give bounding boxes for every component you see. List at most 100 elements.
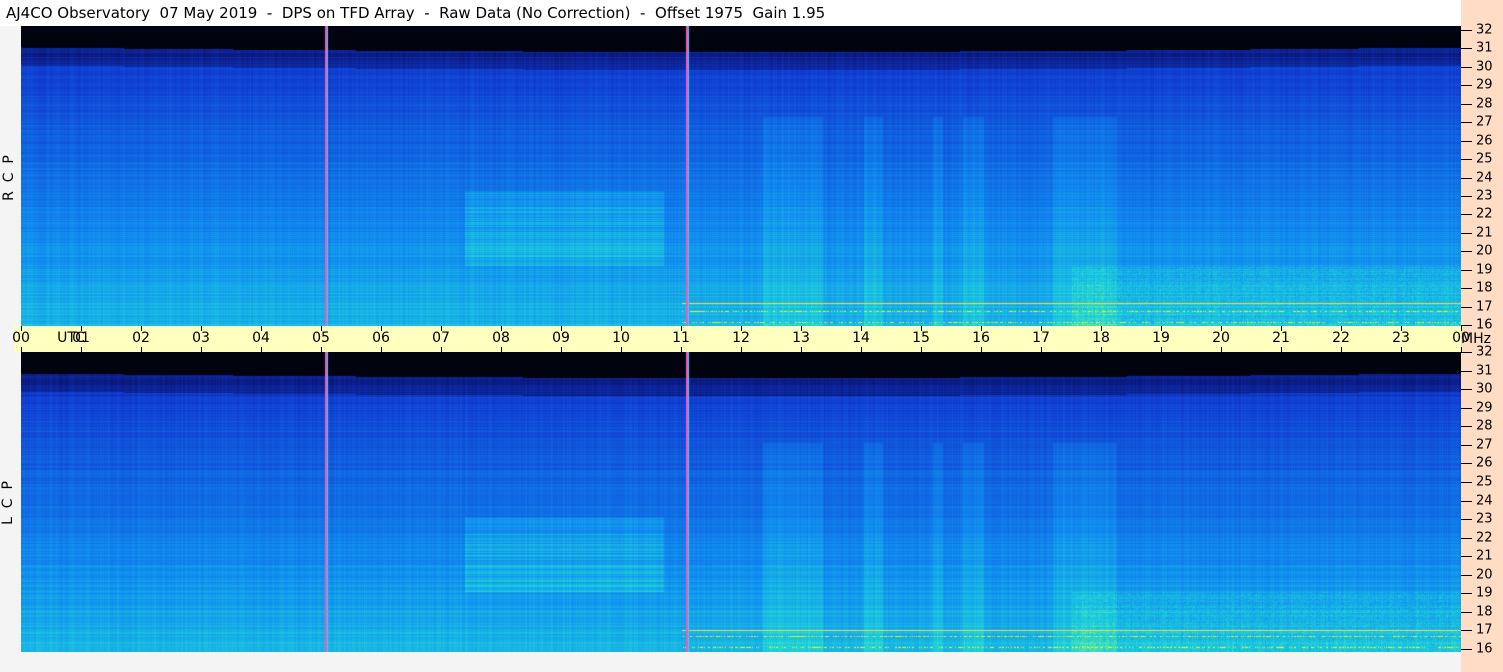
- x-tick: [621, 347, 622, 352]
- x-tick: [921, 347, 922, 352]
- y-tick: [1461, 649, 1472, 650]
- y-tick-label: 29: [1476, 77, 1493, 93]
- y-tick: [1461, 195, 1472, 197]
- x-tick: [261, 326, 262, 331]
- y-tick-label: 20: [1476, 243, 1493, 259]
- y-tick: [1461, 232, 1472, 234]
- x-tick: [981, 326, 982, 331]
- x-tick: [141, 326, 142, 331]
- x-tick-label: 19: [1152, 330, 1170, 346]
- x-tick-label: 11: [672, 330, 690, 346]
- x-tick-label: 03: [192, 330, 210, 346]
- x-tick: [201, 326, 202, 331]
- x-tick: [201, 347, 202, 352]
- y-tick: [1461, 122, 1472, 124]
- y-tick-label: 28: [1476, 418, 1493, 434]
- chart-title: AJ4CO Observatory 07 May 2019 - DPS on T…: [0, 0, 1461, 26]
- y-tick-label: 21: [1476, 225, 1493, 241]
- y-tick-label: 30: [1476, 381, 1493, 397]
- x-tick-label: 15: [912, 330, 930, 346]
- y-tick: [1461, 159, 1472, 161]
- y-tick-label: 32: [1476, 22, 1493, 38]
- x-tick: [1221, 326, 1222, 331]
- x-tick: [1161, 326, 1162, 331]
- y-tick-label: 22: [1476, 530, 1493, 546]
- y-tick: [1461, 325, 1472, 326]
- y-tick: [1461, 407, 1472, 409]
- y-tick: [1461, 269, 1472, 271]
- x-tick: [501, 326, 502, 331]
- y-tick: [1461, 463, 1472, 465]
- lcp-label: L C P: [0, 481, 16, 525]
- x-tick: [801, 326, 802, 331]
- y-tick: [1461, 370, 1472, 372]
- y-tick-label: 26: [1476, 133, 1493, 149]
- x-tick: [1101, 347, 1102, 352]
- y-tick-label: 27: [1476, 114, 1493, 130]
- y-tick-label: 18: [1476, 604, 1493, 620]
- y-tick-label: 17: [1476, 299, 1493, 315]
- y-tick: [1461, 556, 1472, 558]
- x-tick: [1281, 326, 1282, 331]
- y-tick-label: 23: [1476, 188, 1493, 204]
- y-tick: [1461, 519, 1472, 521]
- y-tick: [1461, 630, 1472, 632]
- x-tick-label: 13: [792, 330, 810, 346]
- x-tick-label: 17: [1032, 330, 1050, 346]
- x-tick: [501, 347, 502, 352]
- utc-label: UTC: [57, 330, 85, 346]
- x-tick-label: 06: [372, 330, 390, 346]
- y-tick: [1461, 48, 1472, 50]
- y-tick-label: 26: [1476, 455, 1493, 471]
- rcp-label: R C P: [0, 155, 17, 201]
- x-tick-label: 10: [612, 330, 630, 346]
- y-tick-label: 21: [1476, 548, 1493, 564]
- x-tick: [1161, 347, 1162, 352]
- rcp-spectrogram: [21, 26, 1461, 326]
- y-tick-label: 18: [1476, 280, 1493, 296]
- x-tick: [561, 326, 562, 331]
- x-tick: [1401, 326, 1402, 331]
- y-tick: [1461, 103, 1472, 105]
- y-tick-label: 24: [1476, 493, 1493, 508]
- lcp-spectrogram: [21, 352, 1461, 652]
- y-tick: [1461, 481, 1472, 483]
- x-tick-label: 18: [1092, 330, 1110, 346]
- x-tick: [81, 347, 82, 352]
- y-tick: [1461, 426, 1472, 428]
- x-tick: [441, 347, 442, 352]
- y-tick-label: 25: [1476, 151, 1493, 167]
- y-tick: [1461, 214, 1472, 216]
- x-tick-label: 16: [972, 330, 990, 346]
- y-tick-label: 20: [1476, 567, 1493, 583]
- y-tick: [1461, 611, 1472, 613]
- x-tick-label: 00: [12, 330, 30, 346]
- y-tick-label: 19: [1476, 262, 1493, 278]
- x-tick: [21, 326, 22, 331]
- y-tick-label: 22: [1476, 206, 1493, 222]
- x-tick: [621, 326, 622, 331]
- y-tick-label: 31: [1476, 363, 1493, 379]
- y-tick: [1461, 66, 1472, 68]
- x-tick: [21, 347, 22, 352]
- x-tick: [261, 347, 262, 352]
- y-tick: [1461, 177, 1472, 179]
- y-tick: [1461, 593, 1472, 595]
- x-tick-label: 04: [252, 330, 270, 346]
- y-tick: [1461, 574, 1472, 576]
- x-tick: [1341, 347, 1342, 352]
- x-tick: [1041, 326, 1042, 331]
- y-tick: [1461, 288, 1472, 290]
- x-tick-label: 09: [552, 330, 570, 346]
- x-tick: [681, 326, 682, 331]
- x-tick: [381, 326, 382, 331]
- x-tick: [141, 347, 142, 352]
- y-tick-label: 23: [1476, 511, 1493, 527]
- y-tick-label: 24: [1476, 170, 1493, 185]
- y-tick: [1461, 306, 1472, 308]
- x-tick: [681, 347, 682, 352]
- x-tick-label: 21: [1272, 330, 1290, 346]
- y-tick-label: 16: [1476, 317, 1493, 333]
- y-tick: [1461, 251, 1472, 253]
- x-tick: [1401, 347, 1402, 352]
